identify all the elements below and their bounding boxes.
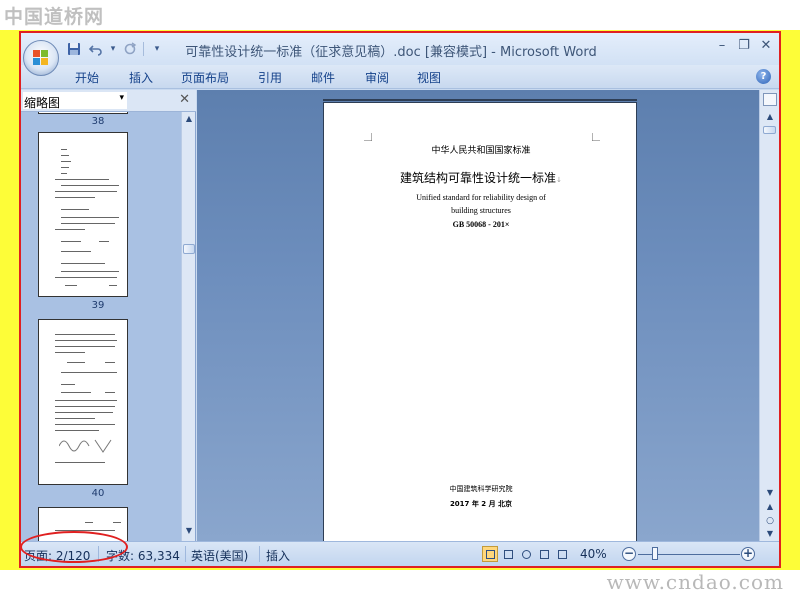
minimize-icon[interactable]: –	[715, 37, 729, 55]
page-thumbnail-38[interactable]	[38, 132, 128, 297]
outline-icon	[540, 550, 549, 559]
previous-page-icon[interactable]: ▲	[760, 500, 779, 514]
red-annotation-frame: ▾ ▾ 可靠性设计统一标准（征求意见稿）.doc [兼容模式] - Micros…	[19, 31, 781, 568]
scrollbar-thumb[interactable]	[183, 244, 195, 254]
thumbnail-scrollbar[interactable]: ▲ ▼	[181, 112, 195, 541]
pane-view-select[interactable]: 缩略图 ▾	[23, 92, 127, 110]
paragraph-mark-icon: ↓	[556, 176, 562, 184]
office-logo-icon	[33, 50, 49, 66]
tab-mailings[interactable]: 邮件	[311, 69, 335, 86]
title-bar: ▾ ▾ 可靠性设计统一标准（征求意见稿）.doc [兼容模式] - Micros…	[21, 33, 779, 65]
doc-code: GB 50068 - 201×	[452, 220, 510, 229]
reading-view-icon	[504, 550, 513, 559]
previous-page-edge	[323, 99, 637, 101]
ruler-toggle-icon[interactable]	[763, 93, 777, 106]
status-separator	[259, 546, 260, 562]
draft-view-button[interactable]	[554, 546, 570, 562]
office-button[interactable]	[23, 40, 59, 76]
redo-icon[interactable]	[121, 40, 139, 58]
draft-icon	[558, 550, 567, 559]
doc-publisher: 中国建筑科学研究院	[449, 485, 513, 493]
chevron-down-icon: ▾	[119, 93, 124, 103]
outline-view-button[interactable]	[536, 546, 552, 562]
scroll-up-icon[interactable]: ▲	[182, 112, 196, 126]
ribbon-tabs: 开始 插入 页面布局 引用 邮件 审阅 视图 ?	[21, 65, 779, 89]
next-page-icon[interactable]: ▼	[760, 527, 779, 541]
thumbnail-list: 38 39 40	[21, 112, 181, 541]
doc-header-line: 中华人民共和国国家标准	[431, 146, 531, 156]
document-page[interactable]: 中华人民共和国国家标准 建筑结构可靠性设计统一标准↓ Unified stand…	[323, 102, 637, 542]
window-title: 可靠性设计统一标准（征求意见稿）.doc [兼容模式] - Microsoft …	[185, 45, 597, 60]
undo-dropdown-icon[interactable]: ▾	[109, 40, 117, 58]
quick-access-toolbar: ▾ ▾	[65, 39, 166, 59]
language-indicator[interactable]: 英语(美国)	[191, 547, 248, 564]
zoom-out-icon[interactable]: −	[622, 547, 636, 561]
thumbnail-pane-header: 缩略图 ▾ ✕	[21, 90, 196, 112]
qat-separator	[143, 42, 144, 56]
zoom-slider-thumb[interactable]	[652, 547, 658, 560]
print-layout-icon	[486, 550, 495, 559]
close-pane-icon[interactable]: ✕	[179, 92, 190, 107]
tab-references[interactable]: 引用	[258, 69, 282, 86]
zoom-in-icon[interactable]: +	[741, 547, 755, 561]
doc-date: 2017 年 2 月 北京	[449, 500, 513, 508]
crop-mark-top-right	[592, 133, 600, 141]
doc-title-cn-text: 建筑结构可靠性设计统一标准	[400, 171, 557, 185]
pane-view-select-label: 缩略图	[24, 96, 61, 110]
browse-object-icon[interactable]: ○	[760, 514, 779, 528]
tab-view[interactable]: 视图	[417, 69, 441, 86]
web-layout-icon	[522, 550, 531, 559]
thumbnail-page-number: 39	[91, 300, 105, 311]
restore-icon[interactable]: ❐	[737, 37, 751, 55]
red-annotation-ellipse	[21, 531, 128, 563]
document-area: 中华人民共和国国家标准 建筑结构可靠性设计统一标准↓ Unified stand…	[197, 90, 759, 542]
web-layout-view-button[interactable]	[518, 546, 534, 562]
thumbnail-page-number: 40	[91, 488, 105, 499]
scroll-down-icon[interactable]: ▼	[760, 486, 779, 500]
undo-icon[interactable]	[87, 40, 105, 58]
scrollbar-thumb[interactable]	[763, 126, 776, 134]
thumbnail-pane: 缩略图 ▾ ✕ 38 39 40 ▲ ▼	[21, 90, 196, 541]
tab-home[interactable]: 开始	[75, 69, 99, 86]
window-controls: – ❐ ✕	[715, 37, 773, 55]
close-icon[interactable]: ✕	[759, 37, 773, 55]
crop-mark-top-left	[364, 133, 372, 141]
print-layout-view-button[interactable]	[482, 546, 498, 562]
site-header: 中国道桥网	[0, 0, 800, 30]
site-footer: www.cndao.com	[0, 570, 800, 600]
site-url: www.cndao.com	[606, 570, 784, 594]
scroll-up-icon[interactable]: ▲	[760, 110, 779, 124]
tab-review[interactable]: 审阅	[365, 69, 389, 86]
doc-title-en-2: building structures	[451, 206, 511, 215]
word-window: ▾ ▾ 可靠性设计统一标准（征求意见稿）.doc [兼容模式] - Micros…	[21, 33, 779, 566]
doc-title-cn: 建筑结构可靠性设计统一标准↓	[324, 169, 638, 186]
page-thumbnail-37[interactable]	[38, 112, 128, 114]
thumbnail-page-number: 38	[91, 116, 105, 127]
status-bar: 页面: 2/120 字数: 63,334 英语(美国) 插入 40% − +	[21, 541, 779, 566]
insert-mode-indicator[interactable]: 插入	[266, 547, 290, 564]
save-icon[interactable]	[65, 40, 83, 58]
full-screen-reading-view-button[interactable]	[500, 546, 516, 562]
page-thumbnail-39[interactable]	[38, 319, 128, 485]
scroll-down-icon[interactable]: ▼	[182, 524, 196, 538]
help-icon[interactable]: ?	[756, 69, 771, 84]
document-scrollbar[interactable]: ▲ ▼ ▲ ○ ▼	[759, 90, 779, 541]
tab-page-layout[interactable]: 页面布局	[181, 69, 229, 86]
zoom-level[interactable]: 40%	[580, 547, 607, 561]
tab-insert[interactable]: 插入	[129, 69, 153, 86]
site-logo: 中国道桥网	[4, 6, 105, 28]
doc-title-en-1: Unified standard for reliability design …	[416, 193, 546, 202]
status-separator	[185, 546, 186, 562]
